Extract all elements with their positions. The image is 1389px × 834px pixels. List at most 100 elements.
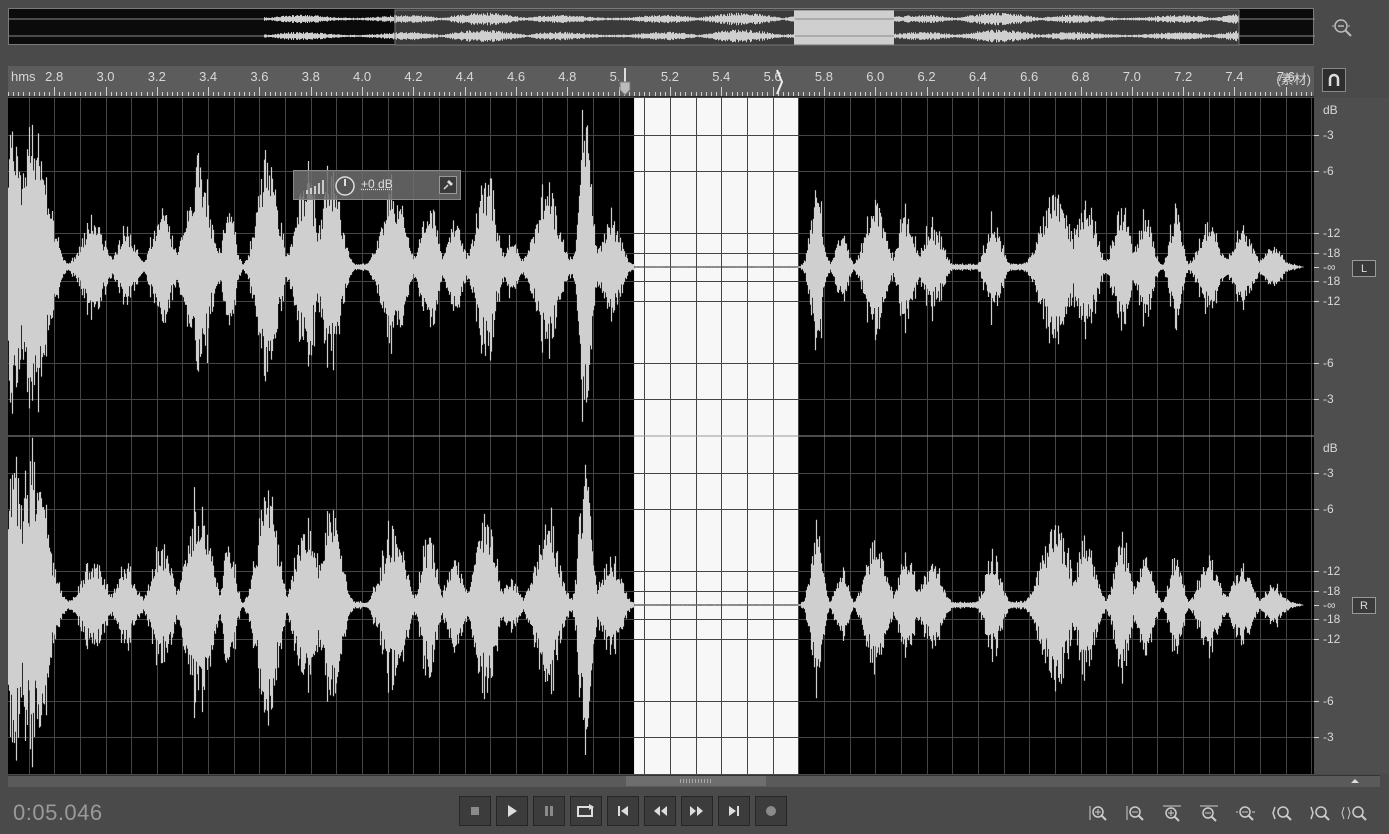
ruler-tick [731, 92, 733, 96]
ruler-tick [1178, 92, 1179, 96]
ruler-tick [156, 87, 158, 96]
ruler-tick [1029, 87, 1031, 96]
rewind-button[interactable] [644, 796, 676, 826]
ruler-tick [875, 87, 877, 96]
db-scale-tick [1314, 736, 1319, 738]
go-to-end-button[interactable] [718, 796, 750, 826]
ruler-tick [839, 92, 841, 96]
ruler-tick [228, 92, 230, 96]
zoom-out-amplitude-button[interactable] [1120, 801, 1150, 825]
selection-end-handle-icon[interactable] [775, 68, 785, 96]
ruler-tick [233, 92, 235, 96]
playhead-marker-icon[interactable] [617, 66, 633, 97]
zoom-in-amplitude-button[interactable] [1083, 801, 1113, 825]
zoom-full-button[interactable] [1231, 801, 1261, 825]
ruler-tick [993, 92, 995, 96]
fast-forward-button[interactable] [681, 796, 713, 826]
ruler-tick [829, 92, 831, 96]
ruler-tick [1254, 92, 1256, 96]
ruler-tick [1167, 92, 1169, 96]
ruler-tick [864, 92, 866, 96]
ruler-tick [521, 92, 523, 96]
ruler-tick-label: 4.2 [404, 69, 423, 84]
gain-hud[interactable]: +0 dB [293, 170, 461, 200]
ruler-tick-label: 6.0 [866, 69, 885, 84]
db-scale-tick [1314, 638, 1319, 640]
db-scale-tick [1314, 591, 1319, 593]
ruler-tick [351, 92, 353, 96]
ruler-tick [305, 92, 307, 96]
ruler-tick [1013, 92, 1015, 96]
record-button[interactable] [755, 796, 787, 826]
snap-toggle-button[interactable] [1322, 68, 1346, 92]
ruler-tick [1275, 92, 1277, 96]
scroll-up-arrow-icon[interactable] [1350, 777, 1360, 785]
loop-button[interactable] [570, 796, 602, 826]
ruler-tick [1054, 92, 1056, 96]
zoom-out-time-button[interactable] [1194, 801, 1224, 825]
waveform-display[interactable] [8, 98, 1314, 774]
ruler-tick [1296, 92, 1298, 96]
zoom-in-left-button[interactable] [1268, 801, 1298, 825]
gain-knob-icon[interactable] [334, 175, 356, 197]
ruler-tick [259, 87, 261, 96]
ruler-tick [146, 92, 148, 96]
db-scale-tick [1314, 571, 1319, 573]
left-channel-button[interactable]: L [1352, 260, 1376, 277]
ruler-tick [295, 92, 297, 96]
ruler-tick [321, 92, 323, 96]
pause-button[interactable] [533, 796, 565, 826]
zoom-selection-button[interactable] [1340, 801, 1370, 825]
ruler-tick [664, 92, 666, 96]
ruler-tick [546, 92, 548, 96]
ruler-tick [131, 92, 133, 96]
pin-hud-button[interactable] [439, 176, 457, 194]
gain-value[interactable]: +0 dB [361, 177, 393, 191]
record-icon [766, 806, 776, 816]
db-unit-left: dB [1323, 103, 1338, 117]
ruler-tick-label: 4.0 [353, 69, 372, 84]
current-time-display[interactable]: 0:05.046 [13, 800, 103, 826]
ruler-tick-label: 4.6 [506, 69, 526, 84]
ruler-tick [675, 92, 677, 96]
zoom-in-right-button[interactable] [1305, 801, 1335, 825]
go-to-start-button[interactable] [607, 796, 639, 826]
overview-zoom-button[interactable] [1322, 12, 1362, 42]
ruler-tick [1147, 92, 1149, 96]
pause-icon [545, 806, 553, 816]
ruler-tick [1213, 92, 1215, 96]
zoom-out-time-icon [1200, 805, 1218, 822]
ruler-tick [557, 92, 559, 96]
ruler-tick [495, 92, 497, 96]
ruler-tick-label: 7.2 [1174, 69, 1193, 84]
ruler-tick [793, 92, 795, 96]
play-button[interactable] [496, 796, 528, 826]
ruler-tick [105, 87, 107, 96]
zoom-in-time-button[interactable] [1157, 801, 1187, 825]
ruler-tick [1142, 92, 1144, 96]
ruler-tick [762, 92, 764, 96]
scrollbar-thumb[interactable] [626, 776, 766, 786]
ruler-tick [382, 92, 384, 96]
db-scale-tick [1314, 300, 1319, 302]
time-ruler[interactable]: hms 2.8 3.0 3.2 3.4 3.6 3.8 4.0 4.2 4.4 4.6 4.8 5.0… [8, 66, 1314, 97]
overview-waveform[interactable] [8, 8, 1315, 46]
ruler-tick [541, 92, 543, 96]
ruler-tick [870, 92, 872, 96]
ruler-tick [798, 92, 800, 96]
ruler-tick [818, 92, 820, 96]
ruler-tick [1270, 92, 1272, 96]
stop-button[interactable] [459, 796, 491, 826]
db-scale-label: -3 [1323, 128, 1334, 143]
db-scale-tick [1314, 508, 1319, 510]
ruler-tick [167, 92, 169, 96]
right-channel-button[interactable]: R [1352, 597, 1376, 614]
fast-forward-icon [690, 806, 703, 816]
ruler-tick [100, 92, 102, 96]
ruler-tick [788, 92, 789, 96]
ruler-tick [208, 87, 210, 96]
ruler-tick-label: 7.4 [1225, 69, 1244, 84]
ruler-tick-label: 4.8 [558, 69, 577, 84]
ruler-tick [926, 87, 928, 96]
ruler-tick [1080, 87, 1082, 96]
